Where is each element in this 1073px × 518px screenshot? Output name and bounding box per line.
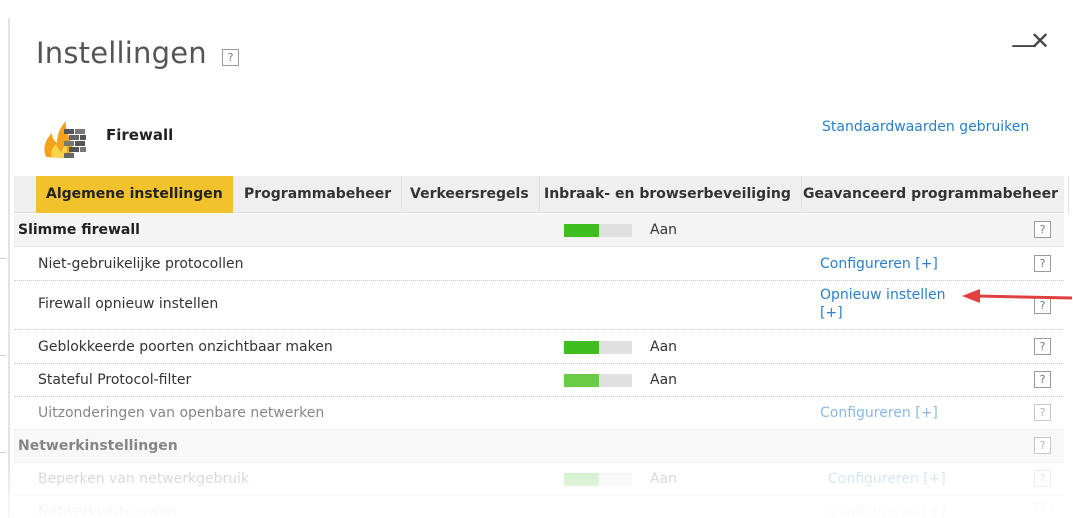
toggle-state: Aan (650, 339, 678, 355)
setting-label: Uitzonderingen van openbare netwerken (38, 405, 325, 421)
help-icon[interactable]: ? (1034, 503, 1051, 518)
tab-intrusion-browser-protection[interactable]: Inbraak- en browserbeveiliging (534, 176, 802, 213)
tab-program-control[interactable]: Programmabeheer (234, 176, 403, 213)
setting-row-limit-network-usage: Beperken van netwerkgebruik Aan Configur… (14, 463, 1064, 496)
annotation-arrow-icon (962, 289, 1072, 303)
setting-label: Geblokkeerde poorten onzichtbaar maken (38, 339, 333, 355)
title-help-icon[interactable]: ? (222, 49, 239, 66)
page-title: Instellingen (36, 36, 207, 70)
toggle-state: Aan (650, 471, 678, 487)
help-icon[interactable]: ? (1034, 404, 1051, 421)
help-icon[interactable]: ? (1034, 437, 1051, 454)
setting-label: Slimme firewall (18, 222, 140, 238)
left-divider-tick (0, 258, 6, 259)
toggle-state: Aan (650, 372, 678, 388)
reset-link[interactable]: Opnieuw instellen [+] (820, 286, 960, 322)
module-title: Firewall (106, 126, 174, 144)
setting-label: Stateful Protocol-filter (38, 372, 192, 388)
settings-section-network: Netwerkinstellingen ? (14, 430, 1064, 463)
close-button[interactable]: ✕ (1030, 27, 1050, 55)
toggle-state: Aan (650, 222, 678, 238)
stealth-ports-toggle[interactable] (564, 341, 632, 354)
setting-label: Netwerkinstellingen (18, 438, 178, 454)
left-divider-tick (0, 355, 6, 356)
setting-label: Netwerkvertrouwen (38, 504, 177, 518)
configure-link[interactable]: Configureren [+] (828, 504, 946, 518)
tab-advanced-program-control[interactable]: Geavanceerd programmabeheer (793, 176, 1069, 213)
tab-general-settings[interactable]: Algemene instellingen (36, 176, 233, 213)
configure-link[interactable]: Configureren [+] (828, 471, 946, 487)
settings-section-smart-firewall: Slimme firewall Aan ? (14, 214, 1064, 247)
left-divider-tick (0, 452, 6, 453)
help-icon[interactable]: ? (1034, 470, 1051, 487)
tab-traffic-rules[interactable]: Verkeersregels (400, 176, 540, 213)
help-icon[interactable]: ? (1034, 255, 1051, 272)
help-icon[interactable]: ? (1034, 221, 1051, 238)
help-icon[interactable]: ? (1034, 338, 1051, 355)
setting-label: Beperken van netwerkgebruik (38, 471, 250, 487)
setting-row-uncommon-protocols: Niet-gebruikelijke protocollen Configure… (14, 248, 1064, 281)
stateful-filter-toggle[interactable] (564, 374, 632, 387)
firewall-flame-icon (44, 121, 86, 158)
setting-label: Firewall opnieuw instellen (38, 296, 219, 312)
configure-link[interactable]: Configureren [+] (820, 405, 938, 421)
setting-label: Niet-gebruikelijke protocollen (38, 256, 244, 272)
setting-row-stealth-ports: Geblokkeerde poorten onzichtbaar maken A… (14, 331, 1064, 364)
help-icon[interactable]: ? (1034, 371, 1051, 388)
tab-bar: Algemene instellingen Programmabeheer Ve… (14, 176, 1069, 213)
setting-row-public-network-exceptions: Uitzonderingen van openbare netwerken Co… (14, 397, 1064, 430)
setting-row-network-trust: Netwerkvertrouwen Configureren [+] ? (14, 496, 1064, 518)
smart-firewall-toggle[interactable] (564, 224, 632, 237)
setting-row-stateful-protocol-filter: Stateful Protocol-filter Aan ? (14, 364, 1064, 397)
use-defaults-link[interactable]: Standaardwaarden gebruiken (822, 119, 1029, 135)
configure-link[interactable]: Configureren [+] (820, 256, 938, 272)
limit-network-toggle[interactable] (564, 473, 632, 486)
left-divider (8, 18, 10, 518)
setting-row-reset-firewall: Firewall opnieuw instellen Opnieuw inste… (14, 282, 1064, 330)
